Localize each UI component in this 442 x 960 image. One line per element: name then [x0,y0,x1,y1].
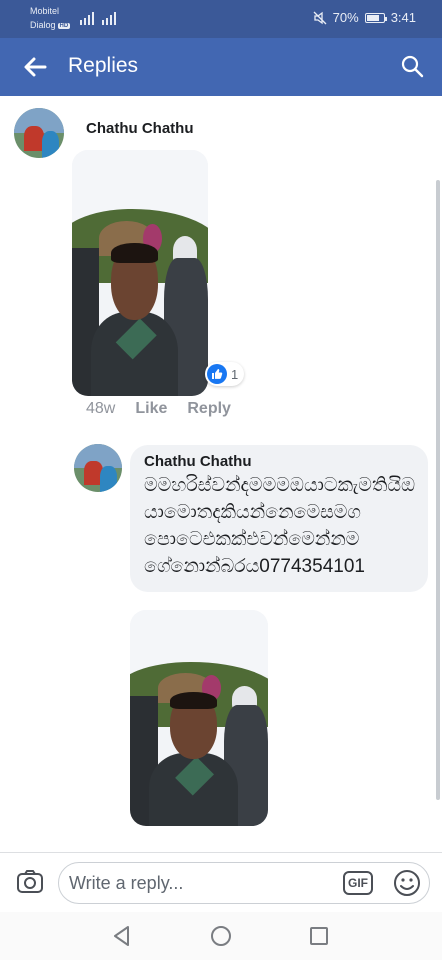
signal-icon [80,12,116,25]
back-arrow-icon[interactable] [22,54,48,80]
reply-photo[interactable] [130,610,268,826]
carrier-1: Mobitel [30,6,60,16]
comment-time: 48w [86,400,116,417]
reply-bubble: Chathu Chathu මමහරිස්වන්දමමමඔයාටකැමතියිඔ… [130,445,428,592]
camera-icon[interactable] [16,869,44,895]
system-nav-bar [0,912,442,960]
comment-photo[interactable] [72,150,208,396]
reply-input[interactable]: Write a reply... [69,873,183,894]
reply-button[interactable]: Reply [187,400,231,418]
like-button[interactable]: Like [135,400,167,418]
reaction-count: 1 [231,366,239,382]
battery-percent: 70% [332,10,359,25]
nav-back-icon[interactable] [110,924,134,948]
nav-home-icon[interactable] [209,924,233,948]
status-bar: Mobitel Dialog HD 70% 3:41 [0,0,442,38]
page-title: Replies [68,54,139,77]
mute-icon [313,11,327,24]
emoji-icon[interactable] [393,869,421,897]
reply-text: මමහරිස්වන්දමමමඔයාටකැමතියිඔයාමොතදකියන්නෙම… [144,475,416,577]
comment-author-name[interactable]: Chathu Chathu [86,120,193,137]
hd-badge: HD [57,23,71,29]
reply-author-avatar[interactable] [74,444,122,492]
status-right: 70% 3:41 [313,10,416,25]
search-icon[interactable] [400,54,424,78]
scrollbar[interactable] [436,180,440,800]
reply-composer: Write a reply... GIF [0,852,442,912]
comment-author-avatar[interactable] [14,108,64,158]
reply-author-name[interactable]: Chathu Chathu [144,453,416,470]
reply-input-wrapper[interactable]: Write a reply... GIF [58,862,430,904]
like-reaction-icon [207,364,227,384]
nav-recents-icon[interactable] [307,924,331,948]
battery-icon [364,12,387,23]
comment-actions: 48w Like Reply [86,400,231,418]
reaction-summary[interactable]: 1 [205,362,245,386]
gif-button[interactable]: GIF [343,871,373,895]
carrier-2: Dialog HD [30,20,71,30]
app-bar: Replies [0,38,442,96]
clock: 3:41 [390,10,416,25]
carrier-2-label: Dialog [30,20,56,30]
